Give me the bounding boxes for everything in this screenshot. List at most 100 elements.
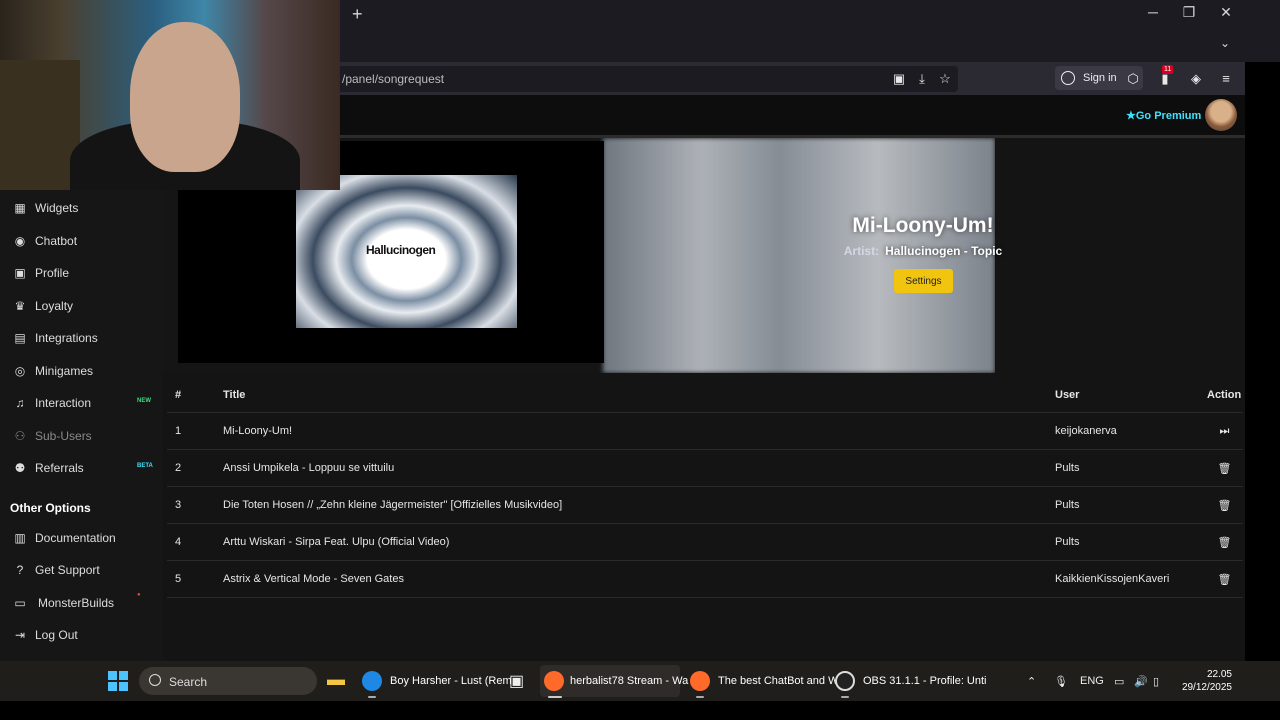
book-icon: ▥: [14, 531, 26, 545]
sidebar-item-interaction[interactable]: ♫ Interaction NEW: [0, 388, 163, 418]
bookmark-star-icon[interactable]: ☆: [936, 70, 954, 88]
album-art: Hallucinogen: [296, 175, 517, 328]
trophy-icon: ♛: [14, 299, 26, 313]
language-indicator[interactable]: ENG: [1080, 675, 1104, 687]
sidebar-item-label: Log Out: [35, 628, 78, 642]
table-row: 2 Anssi Umpikela - Loppuu se vittuilu Pu…: [167, 449, 1243, 487]
address-bar[interactable]: /panel/songrequest ▣ ⤓ ☆: [300, 66, 958, 92]
row-num: 1: [167, 412, 222, 450]
skip-icon[interactable]: ⏭: [1206, 412, 1243, 450]
album-art-text: Hallucinogen: [366, 243, 436, 257]
row-user: KaikkienKissojenKaveri: [1054, 560, 1206, 598]
now-playing-artist: Artist: Hallucinogen - Topic: [803, 244, 1043, 258]
table-row: 4 Arttu Wiskari - Sirpa Feat. Ulpu (Offi…: [167, 523, 1243, 561]
header-title: Title: [222, 378, 1054, 413]
sidebar-item-profile[interactable]: ▣ Profile: [0, 258, 163, 288]
people-icon: ⚉: [14, 461, 26, 475]
taskbar-search[interactable]: Search: [139, 667, 317, 695]
network-icon[interactable]: ▭: [1114, 675, 1124, 688]
gamepad-icon: ◎: [14, 364, 26, 378]
running-indicator: [548, 696, 562, 698]
table-row: 3 Die Toten Hosen // „Zehn kleine Jägerm…: [167, 486, 1243, 524]
taskbar-app-obs[interactable]: OBS 31.1.1 - Profile: Unti: [835, 665, 987, 698]
sidebar: ▦ Widgets ◉ Chatbot ▣ Profile ♛ Loyalty ▤ Int…: [0, 138, 163, 661]
restore-button[interactable]: ❐: [1174, 4, 1204, 21]
sidebar-item-sub-users[interactable]: ⚇ Sub-Users: [0, 421, 163, 451]
sidebar-item-label: Loyalty: [35, 299, 74, 313]
laptop-icon: ▭: [14, 596, 26, 610]
sidebar-item-minigames[interactable]: ◎ Minigames: [0, 356, 163, 386]
sidebar-item-log-out[interactable]: ⇥ Log Out: [0, 620, 163, 650]
row-title: Mi-Loony-Um!: [222, 412, 1054, 450]
sidebar-item-widgets[interactable]: ▦ Widgets: [0, 193, 163, 223]
system-clock[interactable]: 22.05 29/12/2025: [1174, 668, 1232, 694]
row-title: Astrix & Vertical Mode - Seven Gates: [222, 560, 1054, 598]
trash-icon[interactable]: 🗑: [1206, 449, 1243, 487]
microphone-icon[interactable]: 🎙: [1054, 675, 1068, 688]
sidebar-item-monsterbuilds[interactable]: ▭ MonsterBuilds ●: [0, 588, 163, 618]
taskbar-app-label: The best ChatBot and W: [718, 675, 839, 687]
extension-red-icon[interactable]: ▮ 11: [1156, 65, 1174, 88]
new-tab-button[interactable]: +: [352, 4, 363, 25]
taskbar-app-label: Boy Harsher - Lust (Rem: [390, 675, 512, 687]
artist-label: Artist:: [843, 244, 880, 258]
sidebar-item-label: Documentation: [35, 531, 116, 545]
trash-icon[interactable]: 🗑: [1206, 523, 1243, 561]
taskbar-app-firefox-chatbot[interactable]: The best ChatBot and W: [690, 665, 838, 698]
settings-button[interactable]: Settings: [894, 269, 953, 293]
webcam-background: [0, 60, 80, 190]
search-label: Search: [169, 675, 208, 689]
tab-list-chevron-icon[interactable]: ⌄: [1220, 36, 1230, 50]
row-num: 2: [167, 449, 222, 487]
extensions-icon[interactable]: ⬡: [1124, 70, 1142, 88]
row-title: Anssi Umpikela - Loppuu se vittuilu: [222, 449, 1054, 487]
sidebar-item-label: Minigames: [35, 364, 94, 378]
sidebar-item-label: Interaction: [35, 396, 92, 410]
robot-icon: ◉: [14, 234, 26, 248]
chevron-up-icon[interactable]: ⌃: [1027, 675, 1036, 688]
sidebar-item-label: MonsterBuilds: [38, 596, 115, 610]
running-indicator: [696, 696, 704, 698]
start-button[interactable]: [108, 671, 128, 691]
taskbar: Search ▬ Boy Harsher - Lust (Rem ▣ herba…: [0, 661, 1280, 701]
table-row: 1 Mi-Loony-Um! keijokanerva ⏭: [167, 412, 1243, 450]
taskbar-app-edge[interactable]: Boy Harsher - Lust (Rem: [362, 665, 512, 698]
row-user: Pults: [1054, 449, 1206, 487]
address-text: /panel/songrequest: [342, 72, 445, 86]
grid-icon: ▦: [14, 201, 26, 215]
download-icon[interactable]: ⤓: [913, 70, 931, 88]
sidebar-item-label: Referrals: [35, 461, 84, 475]
trash-icon[interactable]: 🗑: [1206, 486, 1243, 524]
sidebar-item-chatbot[interactable]: ◉ Chatbot: [0, 226, 163, 256]
sidebar-item-label: Get Support: [35, 563, 100, 577]
taskbar-app-firefox-stream[interactable]: herbalist78 Stream - Wa: [540, 665, 688, 698]
volume-icon[interactable]: 🔊: [1134, 675, 1148, 688]
sidebar-item-integrations[interactable]: ▤ Integrations: [0, 323, 163, 353]
minimize-button[interactable]: ─: [1138, 4, 1168, 20]
trash-icon[interactable]: 🗑: [1206, 560, 1243, 598]
obs-icon: [835, 671, 855, 691]
clock-date: 29/12/2025: [1181, 682, 1232, 693]
go-premium-link[interactable]: ★Go Premium: [1126, 109, 1201, 122]
file-explorer-icon[interactable]: ▬: [327, 669, 345, 690]
battery-icon[interactable]: ▯: [1153, 675, 1159, 688]
account-icon: [1061, 71, 1075, 85]
sidebar-item-documentation[interactable]: ▥ Documentation: [0, 523, 163, 553]
go-premium-label: Go Premium: [1135, 110, 1202, 122]
sidebar-item-get-support[interactable]: ? Get Support: [0, 555, 163, 585]
red-badge: ●: [137, 592, 141, 598]
menu-hamburger-icon[interactable]: ≡: [1217, 70, 1235, 88]
extension-tab-icon[interactable]: ◈: [1187, 70, 1205, 88]
store-icon[interactable]: ▣: [509, 671, 524, 691]
header-user: User: [1054, 378, 1206, 413]
avatar[interactable]: [1205, 99, 1237, 131]
row-user: Pults: [1054, 523, 1206, 561]
table-header-row: # Title User Action: [167, 378, 1243, 413]
row-user: Pults: [1054, 486, 1206, 524]
sidebar-item-label: Chatbot: [35, 234, 78, 248]
row-num: 5: [167, 560, 222, 598]
sidebar-item-loyalty[interactable]: ♛ Loyalty: [0, 291, 163, 321]
reader-view-icon[interactable]: ▣: [890, 70, 908, 88]
close-button[interactable]: ✕: [1211, 4, 1241, 21]
sidebar-item-referrals[interactable]: ⚉ Referrals BETA: [0, 453, 163, 483]
